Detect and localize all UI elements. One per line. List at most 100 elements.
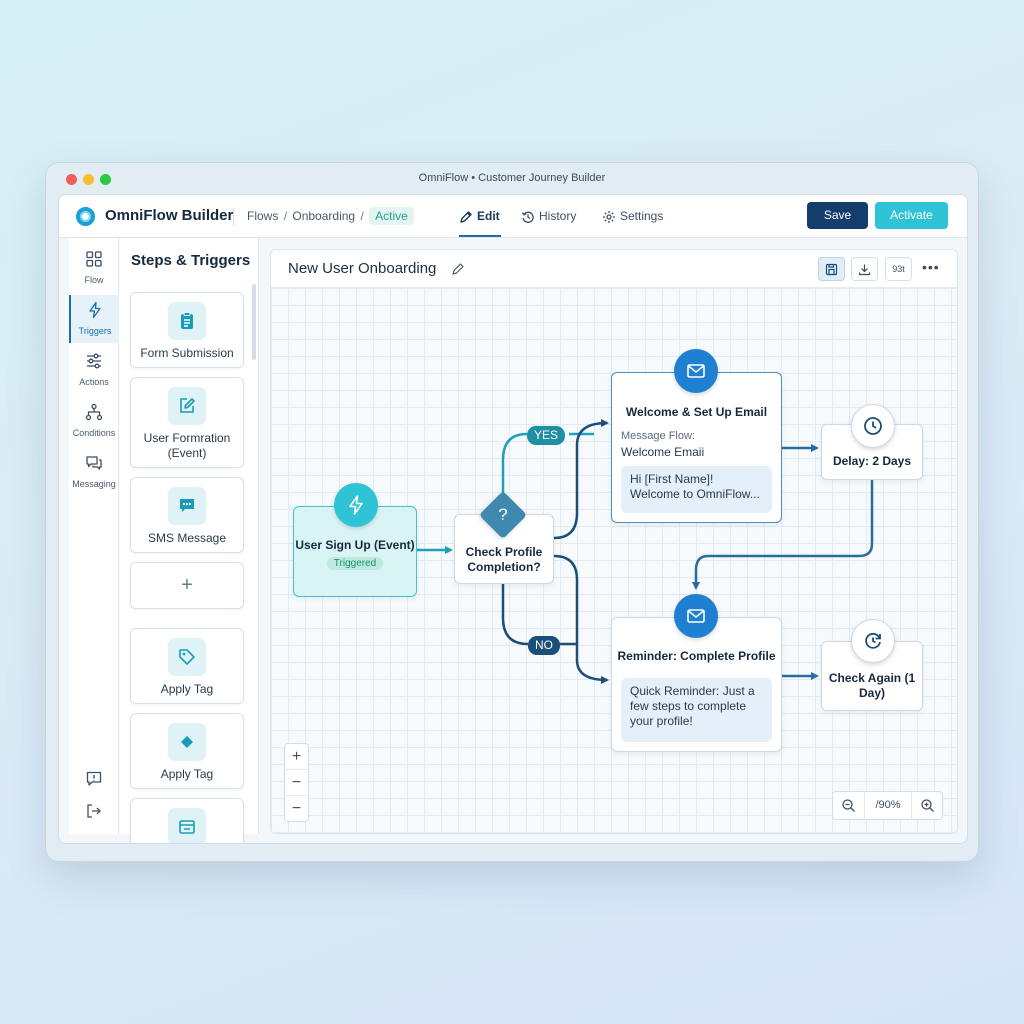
feedback-icon[interactable] [85, 770, 103, 788]
tab-edit[interactable]: Edit [459, 209, 500, 224]
email-icon [674, 349, 718, 393]
flow-title[interactable]: New User Onboarding [288, 260, 436, 277]
add-step-button[interactable]: + [130, 562, 244, 609]
step-card-partial[interactable] [130, 798, 244, 843]
step-card-apply-tag-2[interactable]: Apply Tag [130, 713, 244, 789]
sidebar-item-flow[interactable]: Flow [69, 244, 119, 292]
window-title: OmniFlow • Customer Journey Builder [418, 172, 606, 184]
activate-button[interactable]: Activate [875, 202, 948, 229]
branch-icon [85, 403, 103, 421]
breadcrumb: Flows / Onboarding / Active [247, 207, 414, 225]
sidebar-item-actions[interactable]: Actions [69, 346, 119, 394]
tab-history[interactable]: History [521, 209, 576, 224]
history-icon [521, 211, 534, 223]
zoom-level: /90% [864, 792, 912, 819]
canvas-header: New User Onboarding 93t ••• [271, 250, 957, 288]
logo-icon [76, 207, 95, 226]
email-preview: Hi [First Name]! Welcome to OmniFlow... [621, 466, 772, 513]
node-check-profile[interactable]: ? Check Profile Completion? [454, 490, 554, 584]
node-user-sign-up[interactable]: User Sign Up (Event) Triggered [293, 483, 417, 597]
zoom-in-icon[interactable] [920, 798, 935, 813]
app-header: OmniFlow Builder Flows / Onboarding / Ac… [59, 195, 967, 238]
breadcrumb-status: Active [369, 207, 414, 225]
icon-sidebar: Flow Triggers Actions Conditions Messagi… [69, 238, 119, 834]
question-icon: ? [498, 505, 508, 524]
node-check-again[interactable]: Check Again (1 Day) [821, 619, 923, 711]
reminder-preview: Quick Reminder: Just a few steps to comp… [621, 678, 772, 742]
zoom-out-icon[interactable] [841, 798, 856, 813]
sms-icon [168, 487, 206, 525]
save-button[interactable]: Save [807, 202, 868, 229]
tab-history-label: History [539, 209, 577, 223]
step-card-label: Apply Tag [160, 767, 214, 781]
no-branch-label: NO [528, 636, 560, 655]
save-draft-button[interactable] [818, 257, 845, 281]
steps-panel: Steps & Triggers Form Submission User Fo… [119, 238, 259, 843]
zoom-reset-button[interactable]: − [285, 796, 308, 822]
download-icon [858, 264, 871, 275]
sliders-icon [87, 353, 101, 369]
breadcrumb-onboarding[interactable]: Onboarding [292, 209, 355, 223]
sidebar-item-label: Flow [84, 275, 104, 285]
zoom-bar: /90% [832, 791, 943, 820]
app-window: OmniFlow • Customer Journey Builder Omni… [45, 162, 979, 862]
node-title: Reminder: Complete Profile [617, 649, 776, 663]
tag-icon [168, 638, 206, 676]
sidebar-item-triggers[interactable]: Triggers [69, 295, 119, 343]
sidebar-item-label: Conditions [72, 428, 116, 438]
node-title: Check Again (1 Day) [828, 671, 916, 700]
sidebar-item-messaging[interactable]: Messaging [69, 448, 119, 496]
step-card-label: Form Submission [140, 346, 234, 360]
node-title: Check Profile Completion? [465, 545, 543, 574]
pencil-icon [460, 211, 472, 223]
step-card-sms-message[interactable]: SMS Message [130, 477, 244, 553]
tool-text-button[interactable]: 93t [885, 257, 912, 281]
layout-icon [168, 808, 206, 843]
tag-filled-icon [168, 723, 206, 761]
breadcrumb-flows[interactable]: Flows [247, 209, 278, 223]
step-card-label: SMS Message [147, 531, 227, 545]
steps-panel-title: Steps & Triggers [131, 252, 251, 269]
step-card-form-submission[interactable]: Form Submission [130, 292, 244, 368]
app-name: OmniFlow Builder [105, 207, 234, 224]
node-delay[interactable]: Delay: 2 Days [821, 404, 923, 480]
clock-icon [851, 404, 895, 448]
sidebar-item-label: Triggers [78, 326, 112, 336]
more-options-icon[interactable]: ••• [922, 259, 940, 275]
steps-scrollbar[interactable] [252, 284, 256, 360]
refresh-clock-icon [851, 619, 895, 663]
step-card-user-formation[interactable]: User Formration (Event) [130, 377, 244, 468]
message-flow-label: Message Flow: [621, 430, 695, 442]
tab-settings-label: Settings [620, 209, 664, 223]
step-card-label: Apply Tag [160, 682, 214, 696]
yes-branch-label: YES [527, 426, 566, 445]
header-divider [233, 208, 234, 226]
window-titlebar: OmniFlow • Customer Journey Builder [46, 163, 978, 195]
lightning-icon [334, 483, 378, 527]
flow-grid[interactable]: YES NO User Sign Up (Event) Triggered ? … [271, 288, 957, 833]
chat-icon [86, 456, 102, 470]
triggered-badge: Triggered [326, 557, 384, 570]
floppy-icon [825, 263, 838, 275]
sidebar-item-label: Actions [79, 377, 109, 387]
app-frame: OmniFlow Builder Flows / Onboarding / Ac… [58, 194, 968, 844]
download-button[interactable] [851, 257, 878, 281]
node-title: User Sign Up (Event) [295, 538, 415, 552]
edit-title-icon[interactable] [451, 262, 465, 276]
step-card-apply-tag[interactable]: Apply Tag [130, 628, 244, 704]
node-welcome-email[interactable]: Welcome & Set Up Email Message Flow: Wel… [611, 349, 782, 523]
sidebar-item-conditions[interactable]: Conditions [69, 397, 119, 445]
zoom-in-button[interactable]: + [285, 744, 308, 770]
tab-edit-label: Edit [477, 209, 500, 223]
message-flow-value: Welcome Emaii [621, 445, 705, 459]
logout-icon[interactable] [85, 802, 103, 820]
zoom-controls: + − − [284, 743, 309, 822]
email-icon [674, 594, 718, 638]
step-card-label: User Formration (Event) [143, 431, 231, 460]
node-title: Delay: 2 Days [832, 454, 912, 468]
zoom-out-button[interactable]: − [285, 770, 308, 796]
tab-settings[interactable]: Settings [602, 209, 663, 224]
node-reminder[interactable]: Reminder: Complete Profile Quick Reminde… [611, 594, 782, 752]
clipboard-icon [168, 302, 206, 340]
gear-icon [603, 210, 615, 223]
